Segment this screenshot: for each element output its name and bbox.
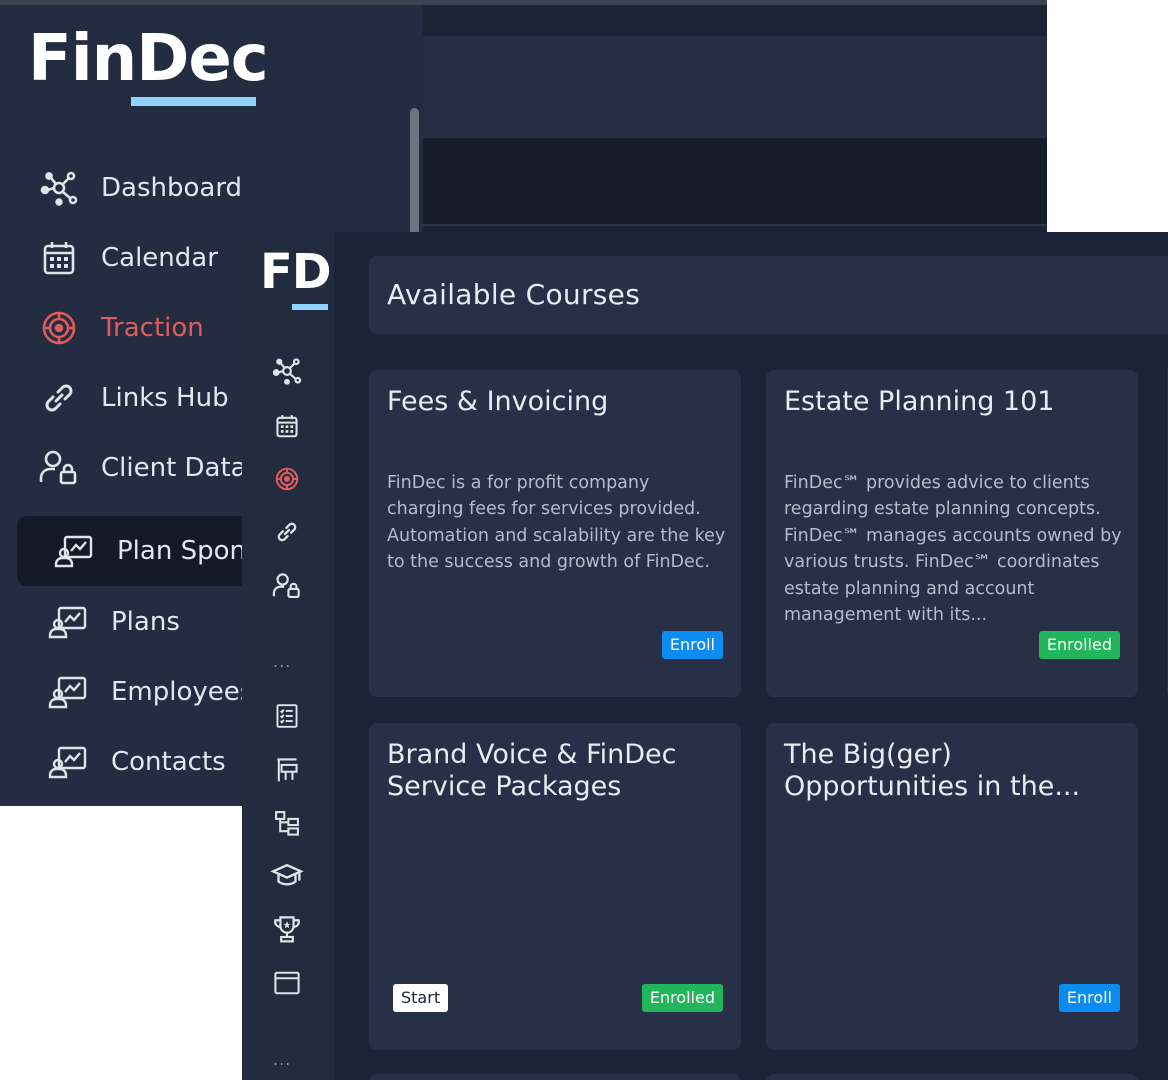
- org-board-icon[interactable]: [268, 750, 306, 788]
- course-card[interactable]: Brand Voice & FinDec Service Packages St…: [369, 723, 741, 1050]
- enroll-button[interactable]: Enroll: [661, 631, 723, 659]
- sidebar-item-plans[interactable]: Plans: [17, 587, 257, 657]
- start-button[interactable]: Start: [393, 984, 449, 1012]
- network-icon: [37, 166, 81, 210]
- page-title: Available Courses: [387, 278, 641, 311]
- sidebar-item-plan-sponsors[interactable]: Plan Sponsors: [17, 516, 300, 586]
- more-dots-icon[interactable]: ...: [273, 1050, 291, 1069]
- target-icon: [37, 306, 81, 350]
- enrolled-badge[interactable]: Enrolled: [641, 984, 723, 1012]
- user-lock-icon[interactable]: [268, 567, 306, 605]
- sidebar-item-contacts[interactable]: Contacts: [17, 727, 257, 797]
- sidebar-item-links-hub[interactable]: Links Hub: [17, 363, 257, 433]
- sidebar-scrollbar[interactable]: [410, 108, 419, 238]
- sidebar-item-label: Traction: [101, 313, 204, 343]
- network-icon[interactable]: [268, 352, 306, 390]
- user-lock-icon: [37, 446, 81, 490]
- graduation-cap-icon[interactable]: [268, 857, 306, 895]
- user-chart-icon: [47, 670, 91, 714]
- user-chart-icon: [47, 600, 91, 644]
- sidebar-item-traction[interactable]: Traction: [17, 293, 257, 363]
- sidebar-item-dashboard[interactable]: Dashboard: [17, 153, 257, 223]
- sidebar-item-label: Employees: [111, 677, 254, 707]
- trophy-icon[interactable]: [268, 910, 306, 948]
- course-title: The Big(ger) Opportunities in the...: [784, 739, 1081, 802]
- brand-logo-small[interactable]: FD: [260, 244, 332, 300]
- link-icon[interactable]: [268, 513, 306, 551]
- course-card[interactable]: Estate Planning 101 FinDec℠ provides adv…: [766, 370, 1138, 697]
- more-dots-icon[interactable]: ...: [273, 652, 291, 671]
- enroll-button[interactable]: Enroll: [1058, 984, 1120, 1012]
- course-description: FinDec is a for profit company charging …: [387, 473, 726, 573]
- front-window: FD ... ... Available Courses Fees & Invo…: [242, 232, 1168, 1080]
- brand-underline: [131, 97, 256, 106]
- course-title: Fees & Invoicing: [387, 386, 609, 417]
- sidebar-item-calendar[interactable]: Calendar: [17, 223, 257, 293]
- checklist-icon[interactable]: [268, 697, 306, 735]
- sidebar-item-label: Contacts: [111, 747, 226, 777]
- window-icon[interactable]: [268, 964, 306, 1002]
- courses-header: Available Courses: [369, 256, 1168, 334]
- course-card[interactable]: Fees & Invoicing FinDec is a for profit …: [369, 370, 741, 697]
- calendar-icon[interactable]: [268, 407, 306, 445]
- link-icon: [37, 376, 81, 420]
- course-card-partial: [766, 1074, 1138, 1080]
- user-chart-icon: [47, 740, 91, 784]
- page-header: [423, 36, 1047, 138]
- sidebar-item-label: Dashboard: [101, 173, 243, 203]
- course-title: Estate Planning 101: [784, 386, 1055, 417]
- sidebar-item-employees[interactable]: Employees: [17, 657, 257, 727]
- content-band: [423, 138, 1047, 226]
- brand-underline: [292, 304, 328, 310]
- sidebar-item-label: Calendar: [101, 243, 218, 273]
- course-title: Brand Voice & FinDec Service Packages: [387, 739, 677, 802]
- target-icon[interactable]: [268, 460, 306, 498]
- sidebar-item-label: Client Data: [101, 453, 247, 483]
- sidebar-item-client-data[interactable]: Client Data: [17, 433, 257, 503]
- sidebar-item-label: Links Hub: [101, 383, 229, 413]
- course-card-partial: [369, 1074, 741, 1080]
- brand-logo[interactable]: FinDec: [28, 24, 269, 94]
- user-chart-icon: [53, 529, 97, 573]
- course-description: FinDec℠ provides advice to clients regar…: [784, 473, 1122, 626]
- calendar-icon: [37, 236, 81, 280]
- sidebar-item-label: Plans: [111, 607, 180, 637]
- enrolled-badge[interactable]: Enrolled: [1038, 631, 1120, 659]
- hierarchy-icon[interactable]: [268, 804, 306, 842]
- course-card[interactable]: The Big(ger) Opportunities in the... Enr…: [766, 723, 1138, 1050]
